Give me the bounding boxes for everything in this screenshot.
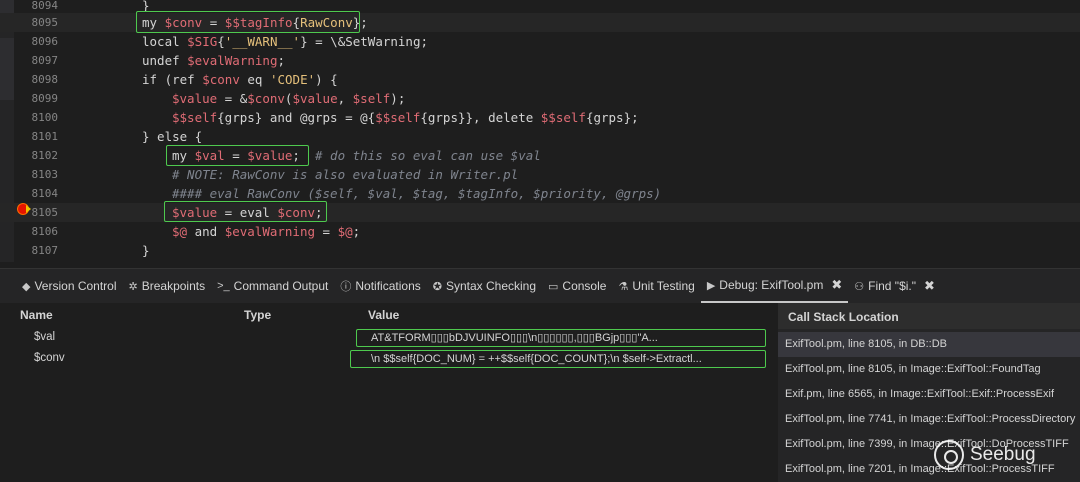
current-line-arrow-icon [26, 205, 31, 213]
variable-name: $val [34, 331, 56, 343]
code-line[interactable]: 8099 $value = &$conv($value, $self); [0, 89, 1080, 108]
tab-debug[interactable]: ▶ Debug: ExifTool.pm ✖ [700, 269, 849, 303]
column-header-name[interactable]: Name [20, 308, 53, 322]
info-icon: ⓘ [340, 281, 352, 293]
line-number: 8097 [31, 54, 59, 67]
line-number: 8100 [31, 111, 59, 124]
console-icon: ▭ [548, 280, 559, 293]
code-text: } [142, 243, 150, 258]
code-line[interactable]: 8104 #### eval RawConv ($self, $val, $ta… [0, 184, 1080, 203]
code-line[interactable]: 8098 if (ref $conv eq 'CODE') { [0, 70, 1080, 89]
tab-command-output[interactable]: >_ Command Output [211, 269, 334, 303]
code-text: #### eval RawConv ($self, $val, $tag, $t… [172, 186, 662, 201]
tab-breakpoints[interactable]: ✲ Breakpoints [123, 269, 212, 303]
line-number: 8101 [31, 130, 59, 143]
code-line[interactable]: 8107 } [0, 241, 1080, 260]
code-text: my $val = $value; # do this so eval can … [172, 148, 541, 163]
play-icon: ▶ [706, 279, 716, 292]
line-number: 8104 [31, 187, 59, 200]
column-header-type[interactable]: Type [244, 308, 271, 322]
code-text: if (ref $conv eq 'CODE') { [142, 72, 338, 87]
code-text: $value = &$conv($value, $self); [172, 91, 406, 106]
close-icon[interactable]: ✖ [924, 278, 935, 294]
code-text: local $SIG{'__WARN__'} = \&SetWarning; [142, 34, 428, 49]
call-stack-row[interactable]: ExifTool.pm, line 8105, in DB::DB [778, 332, 1080, 357]
code-line-current[interactable]: 8105 $value = eval $conv; [0, 203, 1080, 222]
variables-panel: Name Type Value $val AT&TFORM▯▯▯bDJVUINF… [0, 303, 776, 482]
tab-find[interactable]: ⚇ Find "$i." ✖ [848, 269, 941, 303]
code-line[interactable]: 8097 undef $evalWarning; [0, 51, 1080, 70]
code-text: # NOTE: RawConv is also evaluated in Wri… [172, 167, 519, 182]
syntax-check-icon: ✪ [432, 280, 442, 293]
version-control-icon: ◆ [22, 280, 31, 293]
line-number: 8096 [31, 35, 59, 48]
code-text: } else { [142, 129, 203, 144]
binoculars-icon: ⚇ [854, 280, 865, 293]
code-text: $$self{grps} and @grps = @{$$self{grps}}… [172, 110, 639, 125]
code-text: $@ and $evalWarning = $@; [172, 224, 361, 239]
variable-value: \n $$self{DOC_NUM} = ++$$self{DOC_COUNT}… [350, 350, 766, 368]
line-number: 8103 [31, 168, 59, 181]
code-text: undef $evalWarning; [142, 53, 285, 68]
tab-notifications[interactable]: ⓘ Notifications [334, 269, 426, 303]
line-number: 8107 [31, 244, 59, 257]
code-line[interactable]: 8096 local $SIG{'__WARN__'} = \&SetWarni… [0, 32, 1080, 51]
tool-window-tabs: ◆ Version Control ✲ Breakpoints >_ Comma… [0, 268, 1080, 303]
column-header-value[interactable]: Value [368, 308, 399, 322]
call-stack-row[interactable]: ExifTool.pm, line 7741, in Image::ExifTo… [778, 407, 1080, 432]
code-line[interactable]: 8100 $$self{grps} and @grps = @{$$self{g… [0, 108, 1080, 127]
variables-header: Name Type Value [0, 303, 776, 325]
tab-console[interactable]: ▭ Console [542, 269, 612, 303]
code-line[interactable]: 8102 my $val = $value; # do this so eval… [0, 146, 1080, 165]
variable-row[interactable]: $val AT&TFORM▯▯▯bDJVUINFO▯▯▯\n▯▯▯▯▯▯,▯▯▯… [0, 327, 776, 349]
code-text: $value = eval $conv; [172, 205, 323, 220]
bug-icon: ✲ [128, 280, 138, 293]
line-number: 8106 [31, 225, 59, 238]
line-number: 8098 [31, 73, 59, 86]
call-stack-header: Call Stack Location [778, 303, 1080, 329]
terminal-icon: >_ [217, 280, 230, 292]
seebug-logo-icon [934, 440, 964, 470]
tab-unit-testing[interactable]: ⚗ Unit Testing [612, 269, 700, 303]
close-icon[interactable]: ✖ [831, 277, 842, 293]
line-number: 8102 [31, 149, 59, 162]
seebug-watermark: Seebug [934, 440, 1036, 470]
variable-name: $conv [34, 352, 65, 364]
tab-syntax-checking[interactable]: ✪ Syntax Checking [427, 269, 542, 303]
code-line[interactable]: 8103 # NOTE: RawConv is also evaluated i… [0, 165, 1080, 184]
code-line[interactable]: 8106 $@ and $evalWarning = $@; [0, 222, 1080, 241]
flask-icon: ⚗ [618, 280, 629, 293]
variable-row[interactable]: $conv \n $$self{DOC_NUM} = ++$$self{DOC_… [0, 348, 776, 370]
code-text: my $conv = $$tagInfo{RawConv}; [142, 15, 368, 30]
code-line[interactable]: 8101 } else { [0, 127, 1080, 146]
code-line[interactable]: 8095 my $conv = $$tagInfo{RawConv}; [0, 13, 1080, 32]
line-number: 8099 [31, 92, 59, 105]
code-editor[interactable]: 8094 } 8095 my $conv = $$tagInfo{RawConv… [0, 0, 1080, 262]
call-stack-row[interactable]: ExifTool.pm, line 8105, in Image::ExifTo… [778, 357, 1080, 382]
tab-version-control[interactable]: ◆ Version Control [0, 269, 123, 303]
call-stack-row[interactable]: Exif.pm, line 6565, in Image::ExifTool::… [778, 382, 1080, 407]
line-number: 8095 [31, 16, 59, 29]
variable-value: AT&TFORM▯▯▯bDJVUINFO▯▯▯\n▯▯▯▯▯▯,▯▯▯BGjp▯… [356, 329, 766, 347]
